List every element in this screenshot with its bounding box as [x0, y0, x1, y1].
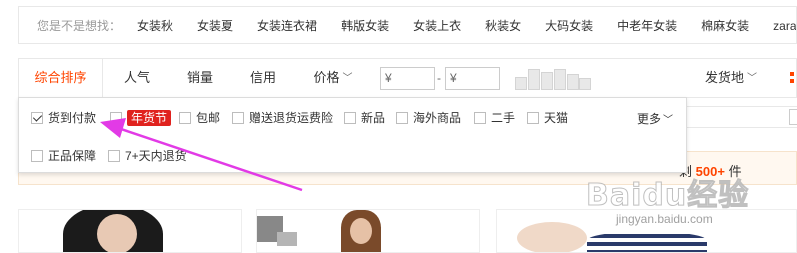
filter-new-items[interactable]: 新品 [344, 110, 385, 126]
suggestion-keyword[interactable]: 大码女装 [545, 17, 593, 34]
price-distribution-icon[interactable] [515, 69, 591, 90]
filter-label: 货到付款 [48, 111, 97, 125]
suggestion-keyword[interactable]: 女装连衣裙 [257, 17, 317, 34]
price-min-input[interactable]: ¥ [380, 67, 435, 90]
filter-genuine[interactable]: 正品保障 [31, 148, 96, 164]
tab-label: 综合排序 [34, 70, 87, 85]
ship-from-label: 发货地 [704, 70, 744, 85]
checkbox-icon[interactable] [232, 112, 244, 124]
filter-label: 天猫 [544, 111, 569, 125]
suggestion-keyword[interactable]: 秋装女 [485, 17, 521, 34]
tab-label: 信用 [249, 70, 276, 85]
filter-new-year-festival[interactable]: 年货节 [110, 110, 172, 126]
filter-label: 海外商品 [413, 111, 462, 125]
filter-free-shipping[interactable]: 包邮 [179, 110, 220, 126]
product-image [517, 222, 587, 252]
bar [515, 77, 527, 90]
suggestion-keyword[interactable]: zara女装 [773, 17, 796, 34]
filter-row-background [686, 106, 797, 128]
chevron-down-icon: ﹀ [747, 73, 757, 84]
text-input[interactable] [789, 109, 797, 125]
filter-tmall[interactable]: 天猫 [527, 110, 568, 126]
suggestion-keyword[interactable]: 女装夏 [197, 17, 233, 34]
filter-label: 7+天内退货 [125, 149, 187, 163]
tab-label: 价格 [313, 70, 340, 85]
tab-sales[interactable]: 销量 [174, 59, 226, 97]
bar [567, 74, 579, 90]
suggestion-keyword[interactable]: 女装上衣 [413, 17, 461, 34]
watermark: Baidu经验 jingyan.baidu.com [585, 166, 786, 236]
tab-label: 销量 [186, 70, 213, 85]
checkbox-icon[interactable] [179, 112, 191, 124]
bar [579, 78, 591, 90]
price-max-input[interactable]: ¥ [445, 67, 500, 90]
product-thumbnail[interactable] [18, 209, 242, 253]
tab-price[interactable]: 价格 ﹀ [303, 59, 363, 97]
tab-popularity[interactable]: 人气 [111, 59, 163, 97]
festival-tag: 年货节 [127, 110, 172, 126]
chevron-down-icon: ﹀ [663, 115, 674, 126]
watermark-logo: Baidu经验 [585, 178, 750, 214]
filter-return-insurance[interactable]: 赠送退货运费险 [232, 110, 333, 126]
filter-panel: 货到付款 年货节 包邮 赠送退货运费险 新品 海外商品 二手 天猫 更多 ﹀ 正品… [18, 97, 687, 173]
bar [554, 69, 566, 90]
filter-label: 正品保障 [48, 149, 97, 163]
checkbox-icon[interactable] [396, 112, 408, 124]
filter-second-hand[interactable]: 二手 [474, 110, 515, 126]
checkbox-icon[interactable] [110, 112, 122, 124]
filter-overseas[interactable]: 海外商品 [396, 110, 461, 126]
price-dash: - [437, 71, 441, 85]
checkbox-checked-icon[interactable] [31, 112, 43, 124]
chevron-down-icon: ﹀ [342, 73, 353, 84]
bar [528, 69, 540, 90]
suggestion-keyword[interactable]: 女装秋 [137, 17, 173, 34]
more-filters-button[interactable]: 更多 ﹀ [637, 110, 673, 127]
checkbox-icon[interactable] [108, 150, 120, 162]
tab-label: 人气 [123, 70, 150, 85]
tab-default-sort[interactable]: 综合排序 [19, 59, 103, 97]
grid-view-icon[interactable] [790, 72, 797, 86]
tab-credit[interactable]: 信用 [237, 59, 289, 97]
checkbox-icon[interactable] [474, 112, 486, 124]
suggestion-keyword[interactable]: 韩版女装 [341, 17, 389, 34]
filter-label: 赠送退货运费险 [249, 111, 334, 125]
checkbox-icon[interactable] [31, 150, 43, 162]
checkbox-icon[interactable] [344, 112, 356, 124]
checkbox-icon[interactable] [527, 112, 539, 124]
filter-label: 二手 [491, 111, 516, 125]
product-thumbnail[interactable] [256, 209, 480, 253]
suggestion-keyword[interactable]: 棉麻女装 [701, 17, 749, 34]
ship-from-dropdown[interactable]: 发货地 ﹀ [699, 59, 763, 97]
suggestion-label: 您是不是想找： [37, 18, 122, 33]
filter-label: 包邮 [196, 111, 221, 125]
filter-cod[interactable]: 货到付款 [31, 110, 96, 126]
filter-label: 新品 [361, 111, 386, 125]
watermark-url: jingyan.baidu.com [616, 212, 713, 226]
sort-bar: 综合排序 人气 销量 信用 价格 ﹀ ¥ - ¥ 发货地 ﹀ [18, 58, 797, 98]
filter-7day-return[interactable]: 7+天内退货 [108, 148, 187, 164]
suggestion-keyword[interactable]: 中老年女装 [617, 17, 677, 34]
suggestion-bar: 您是不是想找： 女装秋 女装夏 女装连衣裙 韩版女装 女装上衣 秋装女 大码女装… [18, 6, 797, 44]
bar [541, 72, 553, 90]
